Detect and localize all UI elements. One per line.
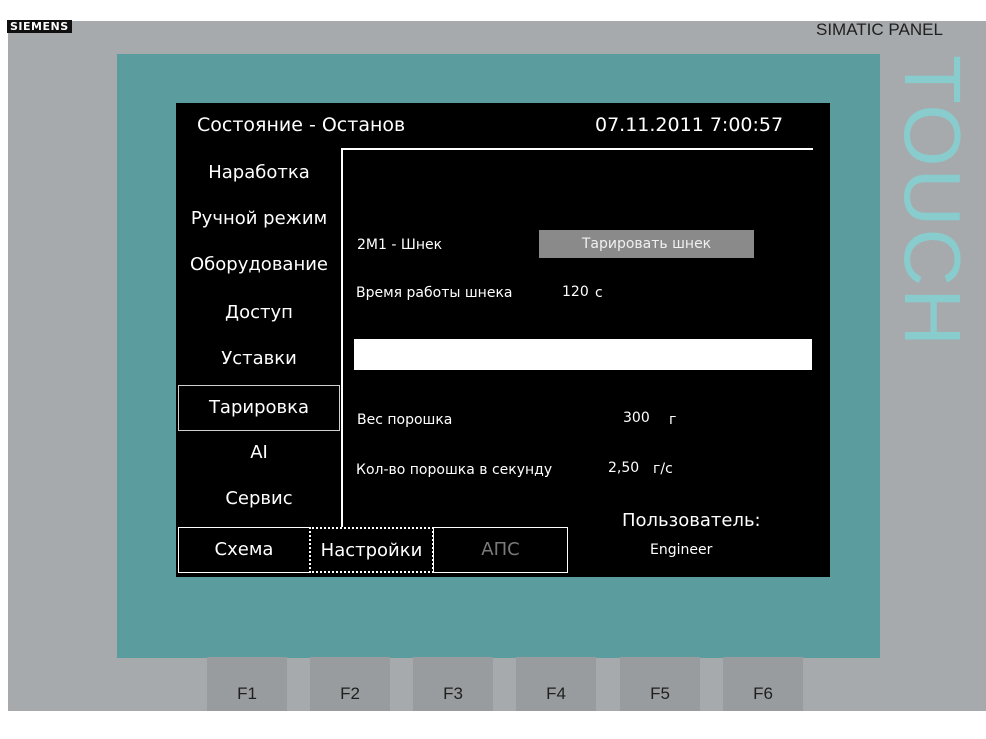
touch-label: TOUCH bbox=[888, 55, 973, 345]
runtime-value[interactable]: 120 bbox=[562, 283, 589, 301]
model-label: SIMATIC PANEL bbox=[816, 20, 943, 39]
function-key-f4[interactable]: F4 bbox=[516, 657, 596, 711]
nav-item-service[interactable]: Сервис bbox=[176, 479, 342, 519]
hmi-screen: Состояние - Останов 07.11.2011 7:00:57 Н… bbox=[176, 103, 830, 577]
runtime-label: Время работы шнека bbox=[356, 285, 513, 301]
nav-item-equipment[interactable]: Оборудование bbox=[176, 245, 342, 285]
user-label: Пользователь: bbox=[622, 510, 761, 531]
nav-item-setpoints[interactable]: Уставки bbox=[176, 339, 342, 379]
function-key-f2[interactable]: F2 bbox=[310, 657, 390, 711]
powder-rate-label: Кол-во порошка в секунду bbox=[356, 462, 553, 478]
powder-rate-unit: г/с bbox=[653, 461, 673, 477]
datetime-display: 07.11.2011 7:00:57 bbox=[595, 114, 784, 136]
tab-scheme[interactable]: Схема bbox=[178, 527, 310, 573]
nav-item-manual-mode[interactable]: Ручной режим bbox=[176, 199, 342, 239]
screw-label: 2М1 - Шнек bbox=[357, 237, 443, 253]
status-label: Состояние - Останов bbox=[197, 114, 406, 136]
powder-weight-value[interactable]: 300 bbox=[623, 409, 650, 427]
runtime-unit: с bbox=[595, 285, 603, 301]
tab-settings[interactable]: Настройки bbox=[309, 527, 434, 573]
function-key-f1[interactable]: F1 bbox=[207, 657, 287, 711]
tab-alarms[interactable]: АПС bbox=[433, 527, 568, 573]
touch-logo: TOUCH bbox=[883, 55, 973, 345]
nav-item-runtime[interactable]: Наработка bbox=[176, 153, 342, 193]
content-border-top bbox=[343, 148, 813, 150]
tare-screw-button[interactable]: Тарировать шнек bbox=[539, 230, 754, 258]
powder-weight-label: Вес порошка bbox=[357, 412, 453, 428]
powder-weight-unit: г bbox=[669, 412, 677, 428]
function-key-f6[interactable]: F6 bbox=[723, 657, 803, 711]
nav-item-access[interactable]: Доступ bbox=[176, 293, 342, 333]
brand-logo: SIEMENS bbox=[7, 20, 72, 33]
powder-rate-value[interactable]: 2,50 bbox=[608, 459, 639, 477]
user-value: Engineer bbox=[650, 542, 713, 558]
nav-item-ai[interactable]: AI bbox=[176, 433, 342, 473]
nav-item-calibration[interactable]: Тарировка bbox=[178, 385, 340, 431]
function-key-f3[interactable]: F3 bbox=[413, 657, 493, 711]
function-key-f5[interactable]: F5 bbox=[620, 657, 700, 711]
progress-field bbox=[354, 339, 812, 370]
